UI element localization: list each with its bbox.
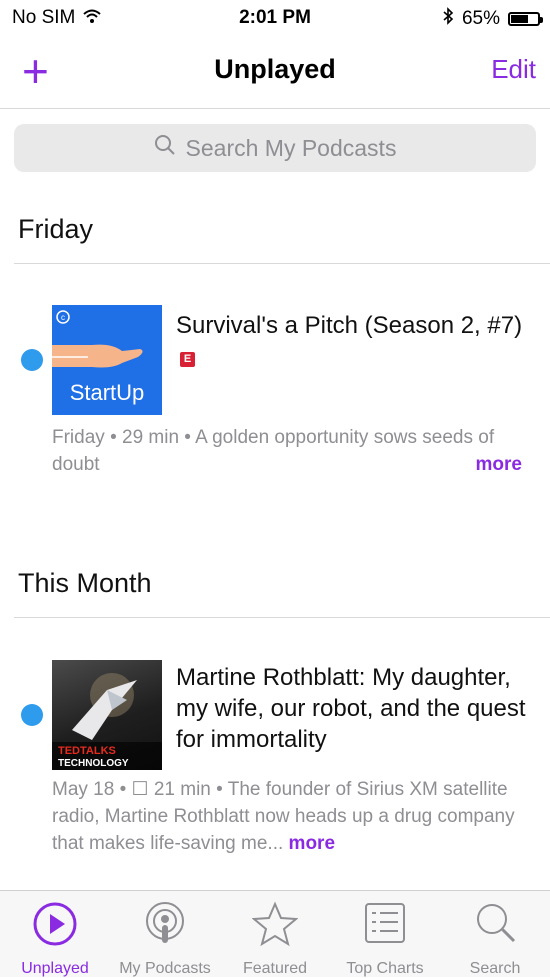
episode-row[interactable]: TEDTALKS TECHNOLOGY Martine Rothblatt: M… xyxy=(0,652,550,872)
episode-row[interactable]: c StartUp Survival's a Pitch (Season 2, … xyxy=(0,296,550,496)
tab-label: Unplayed xyxy=(21,960,89,977)
episode-title: Survival's a Pitch (Season 2, #7) E xyxy=(176,310,526,372)
list-icon xyxy=(362,901,408,952)
status-right: 65% xyxy=(442,7,543,31)
artwork-category: TECHNOLOGY xyxy=(58,758,129,769)
podcast-artwork: TEDTALKS TECHNOLOGY xyxy=(52,660,162,770)
battery-percent: 65% xyxy=(461,8,500,29)
episode-title: Martine Rothblatt: My daughter, my wife,… xyxy=(176,664,526,753)
episode-meta: Friday • 29 min • A golden opportunity s… xyxy=(52,424,522,478)
unplayed-indicator xyxy=(21,349,43,371)
more-link[interactable]: more xyxy=(289,833,335,854)
star-icon xyxy=(251,901,299,952)
unplayed-indicator xyxy=(21,704,43,726)
episode-description: May 18 • ☐ 21 min • The founder of Siriu… xyxy=(52,779,515,854)
explicit-badge: E xyxy=(180,352,195,367)
search-icon xyxy=(472,901,518,952)
navigation-bar: + Unplayed Edit xyxy=(0,38,550,109)
svg-text:c: c xyxy=(61,313,65,322)
podcast-icon xyxy=(142,901,188,952)
battery-icon xyxy=(508,12,543,26)
search-icon xyxy=(154,134,176,162)
section-divider xyxy=(14,263,550,264)
search-input[interactable]: Search My Podcasts xyxy=(14,124,536,172)
tab-label: My Podcasts xyxy=(119,960,211,977)
tab-label: Featured xyxy=(242,960,308,977)
bluetooth-icon xyxy=(442,7,454,31)
more-link[interactable]: more xyxy=(476,451,522,478)
tab-label: Search xyxy=(469,960,521,977)
section-header-this-month: This Month xyxy=(18,568,152,598)
battery-fill xyxy=(511,15,528,23)
podcast-artwork: c StartUp xyxy=(52,305,162,415)
tab-unplayed[interactable]: Unplayed xyxy=(0,891,110,977)
tab-featured[interactable]: Featured xyxy=(220,891,330,977)
section-header-friday: Friday xyxy=(18,214,94,244)
episode-title-text: Survival's a Pitch (Season 2, #7) xyxy=(176,312,523,339)
page-title: Unplayed xyxy=(214,54,336,84)
episode-meta: May 18 • ☐ 21 min • The founder of Siriu… xyxy=(52,776,522,857)
tab-top-charts[interactable]: Top Charts xyxy=(330,891,440,977)
artwork-title: StartUp xyxy=(70,380,145,405)
search-placeholder: Search My Podcasts xyxy=(185,134,397,161)
play-circle-icon xyxy=(32,901,78,952)
tab-bar: Unplayed My Podcasts Featured Top Charts… xyxy=(0,890,550,977)
tab-my-podcasts[interactable]: My Podcasts xyxy=(110,891,220,977)
status-bar: No SIM 2:01 PM 65% xyxy=(0,0,550,38)
edit-button[interactable]: Edit xyxy=(491,54,536,85)
tab-search[interactable]: Search xyxy=(440,891,550,977)
section-divider xyxy=(14,617,550,618)
artwork-brand: TEDTALKS xyxy=(58,745,116,757)
tab-label: Top Charts xyxy=(346,960,424,977)
episode-description: Friday • 29 min • A golden opportunity s… xyxy=(52,427,495,475)
